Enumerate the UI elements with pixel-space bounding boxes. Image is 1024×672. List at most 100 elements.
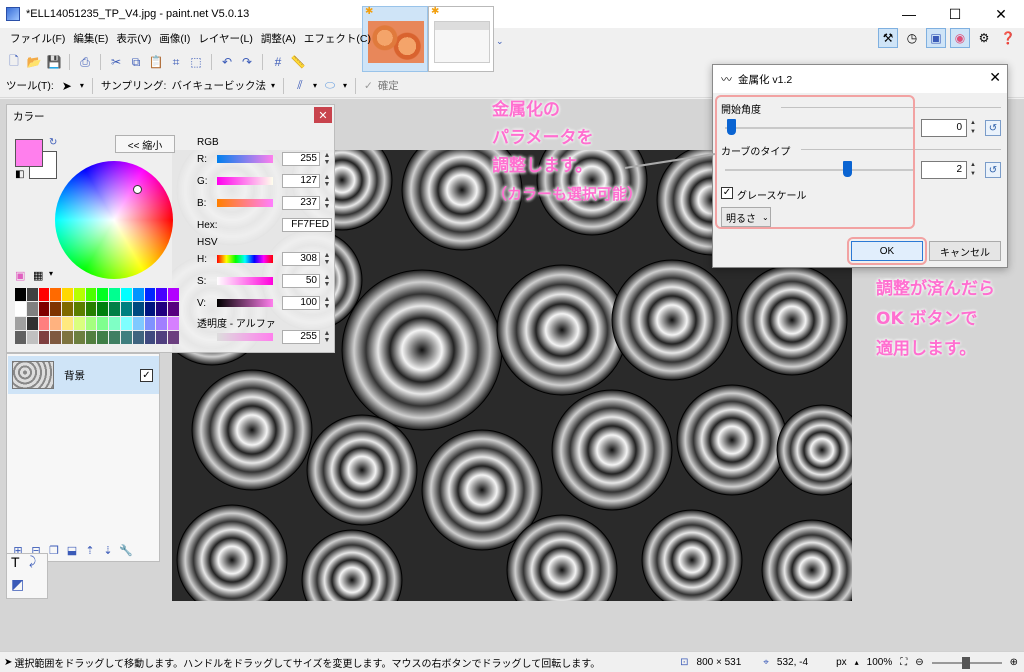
antialias-icon[interactable]: ⫽ [292, 78, 308, 94]
saturation-slider[interactable] [217, 277, 273, 285]
line-tool-icon[interactable]: ⤸ [29, 554, 36, 569]
blue-spinner[interactable]: ▲ ▼ [322, 196, 332, 210]
curve-spinner[interactable]: ▲ ▼ [968, 161, 978, 179]
sampling-dropdown-icon[interactable]: ▾ [271, 81, 275, 90]
image-tab-screenshot[interactable]: ✱ [428, 6, 494, 72]
alpha-input[interactable]: 255 [282, 330, 320, 344]
minimize-button[interactable]: — [886, 0, 932, 28]
zoom-slider[interactable] [931, 656, 1002, 669]
angle-input[interactable]: 0 [921, 119, 967, 137]
alpha-slider[interactable] [217, 333, 273, 341]
unit-select[interactable]: px [836, 657, 847, 668]
move-layer-up-icon[interactable]: ⇡ [83, 543, 97, 557]
menu-adjustments[interactable]: 調整(A) [257, 28, 300, 50]
saturation-spinner[interactable]: ▲ ▼ [322, 274, 332, 288]
zoom-level[interactable]: 100% [867, 657, 893, 668]
red-slider[interactable] [217, 155, 273, 163]
hue-slider[interactable] [217, 255, 273, 263]
redo-icon[interactable]: ↷ [239, 54, 255, 70]
zoom-in-icon[interactable]: ⊕ [1010, 657, 1018, 668]
hue-input[interactable]: 308 [282, 252, 320, 266]
menu-image[interactable]: 画像(I) [155, 28, 194, 50]
blue-input[interactable]: 237 [282, 196, 320, 210]
color-wheel[interactable] [55, 161, 173, 279]
value-input[interactable]: 100 [282, 296, 320, 310]
hue-spinner[interactable]: ▲ ▼ [322, 252, 332, 266]
new-file-icon[interactable]: 🗋 [6, 54, 22, 70]
angle-spinner[interactable]: ▲ ▼ [968, 119, 978, 137]
layers-window-icon[interactable]: ▣ [926, 28, 946, 48]
settings-gear-icon[interactable]: ⚙ [974, 28, 994, 48]
unit-dropdown-icon[interactable]: ▴ [855, 658, 859, 667]
color-wheel-knob[interactable] [133, 185, 142, 194]
green-input[interactable]: 127 [282, 174, 320, 188]
confirm-button[interactable]: 確定 [378, 78, 399, 93]
menu-edit[interactable]: 編集(E) [69, 28, 112, 50]
open-file-icon[interactable]: 📂 [26, 54, 42, 70]
reset-colors-icon[interactable]: ◧ [15, 169, 24, 180]
swap-colors-icon[interactable]: ↻ [49, 137, 57, 148]
merge-layer-icon[interactable]: ⬓ [65, 543, 79, 557]
paste-icon[interactable]: 📋 [148, 54, 164, 70]
menu-effects[interactable]: エフェクト(C) [300, 28, 375, 50]
help-icon[interactable]: ❓ [998, 28, 1018, 48]
blend-dropdown-icon[interactable]: ▾ [343, 81, 347, 90]
add-to-palette-icon[interactable]: ▣ [15, 269, 25, 282]
tab-dropdown-icon[interactable]: ⌄ [496, 36, 504, 47]
confirm-check-icon[interactable]: ✓ [364, 80, 373, 92]
ruler-icon[interactable]: 📏 [290, 54, 306, 70]
layer-properties-icon[interactable]: 🔧 [119, 543, 133, 557]
angle-reset-icon[interactable]: ↺ [985, 120, 1001, 136]
primary-color-swatch[interactable] [15, 139, 43, 167]
colors-panel-close-button[interactable]: ✕ [314, 107, 332, 123]
green-slider[interactable] [217, 177, 273, 185]
antialias-dropdown-icon[interactable]: ▾ [313, 81, 317, 90]
maximize-button[interactable]: ☐ [932, 0, 978, 28]
red-input[interactable]: 255 [282, 152, 320, 166]
red-spinner[interactable]: ▲ ▼ [322, 152, 332, 166]
palette-menu-icon[interactable]: ▦ [33, 269, 43, 282]
saturation-input[interactable]: 50 [282, 274, 320, 288]
menu-file[interactable]: ファイル(F) [6, 28, 69, 50]
menu-layer[interactable]: レイヤー(L) [194, 28, 257, 50]
zoom-out-icon[interactable]: ⊖ [915, 657, 923, 668]
curve-input[interactable]: 2 [921, 161, 967, 179]
value-slider[interactable] [217, 299, 273, 307]
move-layer-down-icon[interactable]: ⇣ [101, 543, 115, 557]
crop-icon[interactable]: ⌗ [168, 54, 184, 70]
blue-slider[interactable] [217, 199, 273, 207]
layer-row[interactable]: 背景 ✓ [8, 356, 159, 394]
copy-icon[interactable]: ⧉ [128, 54, 144, 70]
cancel-button[interactable]: キャンセル [929, 241, 1001, 261]
sampling-select[interactable]: バイキュービック法 [171, 78, 266, 93]
palette-dropdown-icon[interactable]: ▾ [49, 269, 53, 278]
sampling-label: サンプリング: [100, 80, 167, 92]
hex-input[interactable]: FF7FED [282, 218, 332, 232]
shrink-button[interactable]: << 縮小 [115, 135, 175, 153]
shapes-tool-icon[interactable]: ◩ [11, 576, 24, 593]
tools-window-icon[interactable]: ⚒ [878, 28, 898, 48]
blend-mode-icon[interactable]: ⬭ [322, 78, 338, 94]
cut-icon[interactable]: ✂ [108, 54, 124, 70]
undo-icon[interactable]: ↶ [219, 54, 235, 70]
zoom-to-window-icon[interactable]: ⛶ [900, 657, 907, 668]
duplicate-layer-icon[interactable]: ❐ [47, 543, 61, 557]
tool-dropdown-icon[interactable]: ▾ [80, 81, 84, 90]
history-window-icon[interactable]: ◷ [902, 28, 922, 48]
grid-icon[interactable]: # [270, 54, 286, 70]
move-selection-tool-icon[interactable]: ➤ [59, 78, 75, 94]
save-icon[interactable]: 💾 [46, 54, 62, 70]
layer-visibility-checkbox[interactable]: ✓ [140, 368, 153, 382]
print-icon[interactable]: ⎙ [77, 54, 93, 70]
menu-view[interactable]: 表示(V) [112, 28, 155, 50]
deselect-icon[interactable]: ⬚ [188, 54, 204, 70]
colors-window-icon[interactable]: ◉ [950, 28, 970, 48]
color-palette[interactable] [15, 288, 179, 344]
curve-reset-icon[interactable]: ↺ [985, 162, 1001, 178]
green-spinner[interactable]: ▲ ▼ [322, 174, 332, 188]
close-button[interactable]: ✕ [978, 0, 1024, 28]
text-tool-icon[interactable]: T [11, 554, 20, 570]
value-spinner[interactable]: ▲ ▼ [322, 296, 332, 310]
dialog-close-button[interactable]: ✕ [989, 69, 1001, 86]
alpha-spinner[interactable]: ▲ ▼ [322, 330, 332, 344]
